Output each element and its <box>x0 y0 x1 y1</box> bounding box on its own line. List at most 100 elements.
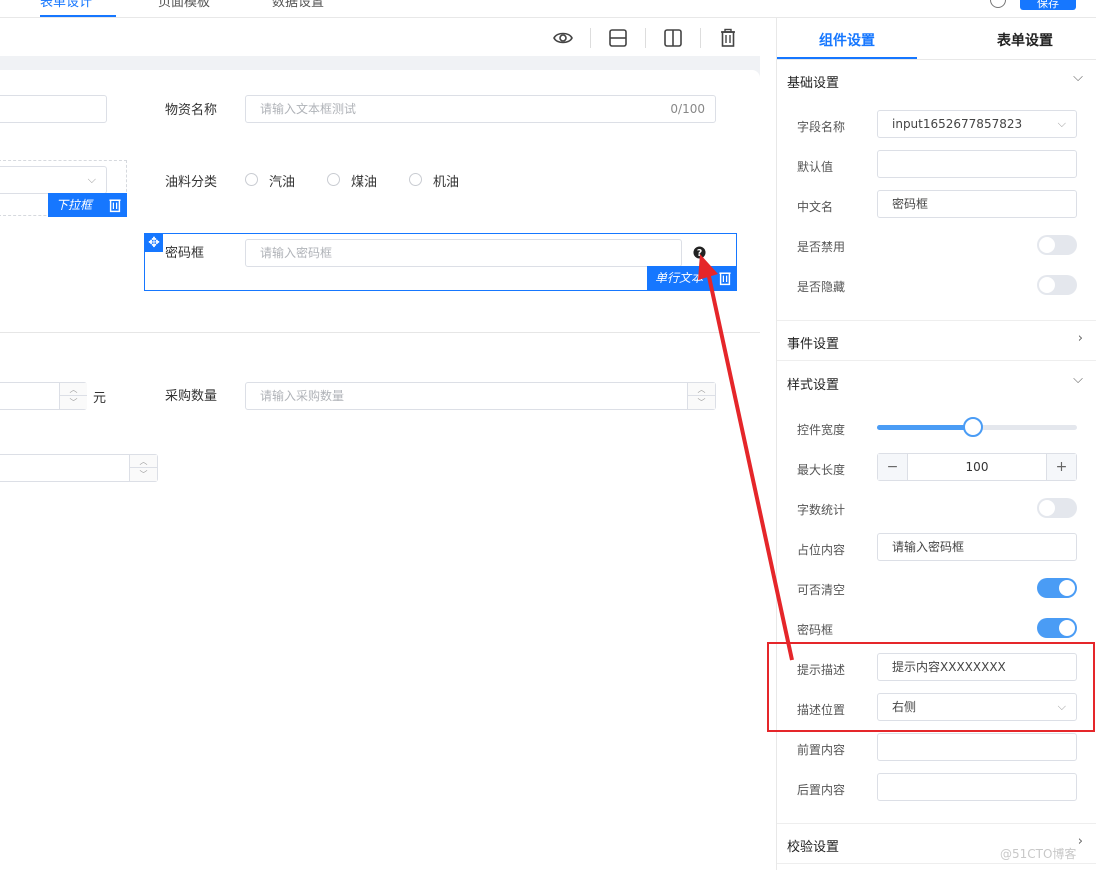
field-name-value: input1652677857823 <box>892 117 1023 131</box>
radio-kerosene[interactable] <box>327 173 340 186</box>
hidden-switch[interactable] <box>1037 275 1077 295</box>
fuel-type-label: 油料分类 <box>165 175 218 190</box>
tab-form-design[interactable]: 表单设计 <box>40 0 92 10</box>
width-slider-thumb[interactable] <box>963 417 983 437</box>
password-placeholder: 请输入密码框 <box>260 246 333 260</box>
save-button[interactable]: 保存 <box>1020 0 1076 10</box>
cn-name-input[interactable]: 密码框 <box>877 190 1077 218</box>
panel-tabs: 组件设置 表单设置 <box>777 18 1096 60</box>
section-events-title: 事件设置 <box>787 337 840 352</box>
purchase-qty-label: 采购数量 <box>165 389 218 404</box>
watermark: @51CTO博客 <box>1000 847 1077 861</box>
trash-icon[interactable] <box>107 197 123 213</box>
material-name-input[interactable]: 请输入文本框测试 0/100 <box>245 95 716 123</box>
suffix-label: 后置内容 <box>797 783 846 797</box>
password-input[interactable]: 请输入密码框 <box>245 239 682 267</box>
toolbar-divider <box>700 28 701 48</box>
prefix-input[interactable] <box>877 733 1077 761</box>
price-stepper[interactable]: ︿ ﹀ <box>59 383 87 409</box>
tab-data-settings[interactable]: 数据设置 <box>272 0 324 10</box>
prefix-label: 前置内容 <box>797 743 846 757</box>
word-count-label: 字数统计 <box>797 503 846 517</box>
chevron-right-icon: › <box>1077 331 1083 346</box>
char-counter: 0/100 <box>670 102 705 116</box>
material-name-placeholder: 请输入文本框测试 <box>260 102 357 116</box>
clearable-label: 可否清空 <box>797 583 846 597</box>
width-label: 控件宽度 <box>797 423 846 437</box>
field-name-select[interactable]: input1652677857823 ⌵ <box>877 110 1077 138</box>
radio-label-engine-oil: 机油 <box>433 175 460 190</box>
section-basic-header[interactable]: 基础设置 ⌵ <box>777 60 1096 100</box>
chevron-down-icon: ⌵ <box>1073 372 1083 387</box>
section-style-header[interactable]: 样式设置 ⌵ <box>777 362 1096 402</box>
section-style-title: 样式设置 <box>787 378 840 393</box>
dropdown-tag[interactable]: 下拉框 <box>48 193 127 217</box>
single-line-tag-label: 单行文本 <box>655 271 704 285</box>
tab-page-template[interactable]: 页面模板 <box>158 0 210 10</box>
radio-label-kerosene: 煤油 <box>351 175 378 190</box>
column-layout-icon[interactable] <box>663 28 683 48</box>
placeholder-label: 占位内容 <box>797 543 846 557</box>
top-nav-bar: 表单设计 页面模板 数据设置 保存 <box>0 0 1096 18</box>
disabled-switch[interactable] <box>1037 235 1077 255</box>
section-basic-title: 基础设置 <box>787 76 840 91</box>
width-slider-fill <box>877 425 973 430</box>
svg-text:?: ? <box>697 248 702 259</box>
panel-tab-underline <box>777 57 917 59</box>
dropdown-select[interactable]: ⌵ <box>0 166 107 194</box>
material-name-label: 物资名称 <box>165 103 218 118</box>
suffix-input[interactable] <box>877 773 1077 801</box>
hidden-label: 是否隐藏 <box>797 280 846 294</box>
canvas-toolbar <box>0 18 760 56</box>
purchase-qty-placeholder: 请输入采购数量 <box>260 389 345 403</box>
disabled-label: 是否禁用 <box>797 240 846 254</box>
maxlen-label: 最大长度 <box>797 463 846 477</box>
toolbar-divider <box>645 28 646 48</box>
field-name-label: 字段名称 <box>797 120 846 134</box>
password-label: 密码框 <box>165 246 205 261</box>
trash-icon[interactable] <box>718 28 738 48</box>
row-layout-icon[interactable] <box>608 28 628 48</box>
placeholder-input[interactable]: 请输入密码框 <box>877 533 1077 561</box>
chevron-right-icon: › <box>1077 834 1083 849</box>
eye-icon[interactable] <box>553 28 573 48</box>
section-events-header[interactable]: 事件设置 › <box>777 321 1096 361</box>
toolbar-divider <box>590 28 591 48</box>
active-tab-underline <box>40 15 116 17</box>
radio-gasoline[interactable] <box>245 173 258 186</box>
trash-icon[interactable] <box>717 270 733 286</box>
form-design-card: 物资名称 请输入文本框测试 0/100 ⌵ 下拉框 油料分类 汽油 煤油 机油 <box>0 70 760 870</box>
chevron-down-icon: ⌵ <box>87 173 96 186</box>
section-divider <box>0 332 760 333</box>
chevron-down-icon: ⌵ <box>1073 70 1083 85</box>
help-icon[interactable] <box>990 0 1006 8</box>
width-slider[interactable] <box>877 417 1077 437</box>
radio-label-gasoline: 汽油 <box>269 175 296 190</box>
default-value-input[interactable] <box>877 150 1077 178</box>
question-circle-icon[interactable]: ? <box>693 246 706 259</box>
increment-button[interactable]: + <box>1046 454 1076 480</box>
design-canvas: 物资名称 请输入文本框测试 0/100 ⌵ 下拉框 油料分类 汽油 煤油 机油 <box>0 18 760 870</box>
purchase-qty-stepper[interactable]: ︿ ﹀ <box>687 383 715 409</box>
radio-engine-oil[interactable] <box>409 173 422 186</box>
dropdown-tag-label: 下拉框 <box>56 198 93 212</box>
maxlen-value: 100 <box>965 460 989 474</box>
single-line-text-tag[interactable]: 单行文本 <box>647 266 737 290</box>
unit-label: 元 <box>93 391 107 406</box>
settings-panel: 组件设置 表单设置 基础设置 ⌵ 字段名称 input1652677857823… <box>776 18 1096 870</box>
default-value-label: 默认值 <box>797 160 834 174</box>
maxlen-number-input[interactable]: − 100 + <box>877 453 1077 481</box>
clearable-switch[interactable] <box>1037 578 1077 598</box>
section-validation-title: 校验设置 <box>787 840 840 855</box>
password-mode-switch[interactable] <box>1037 618 1077 638</box>
cn-name-label: 中文名 <box>797 200 834 214</box>
drag-handle-icon[interactable]: ✥ <box>145 234 163 252</box>
word-count-switch[interactable] <box>1037 498 1077 518</box>
purchase-qty-input[interactable]: 请输入采购数量 <box>245 382 716 410</box>
password-mode-label: 密码框 <box>797 623 834 637</box>
clipped-input[interactable] <box>0 95 107 123</box>
tab-form-settings[interactable]: 表单设置 <box>997 30 1053 50</box>
tab-component-settings[interactable]: 组件设置 <box>819 30 875 50</box>
decrement-button[interactable]: − <box>878 454 908 480</box>
number-stepper[interactable]: ︿ ﹀ <box>129 455 157 481</box>
